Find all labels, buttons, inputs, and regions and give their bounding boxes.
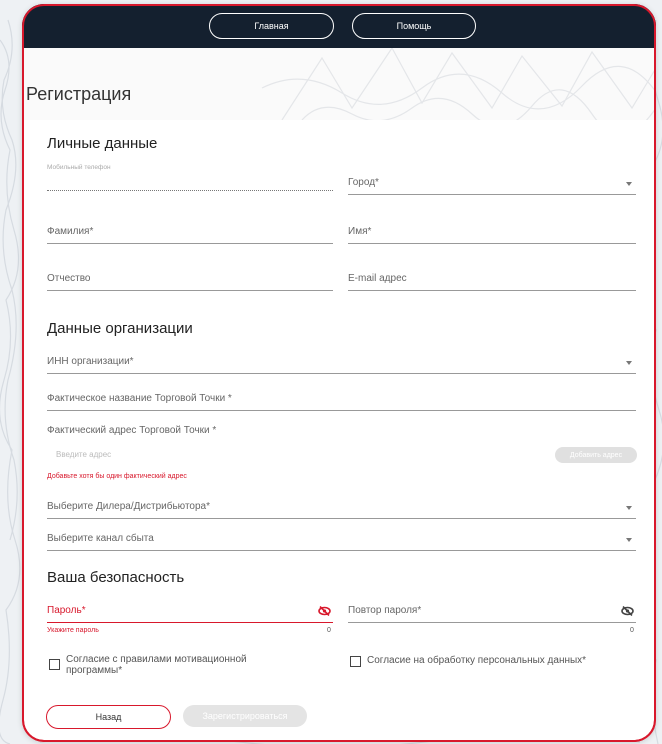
nav-home-button[interactable]: Главная <box>209 13 334 39</box>
name-label: Имя* <box>348 226 372 237</box>
inn-select[interactable]: ИНН организации* <box>47 347 636 374</box>
patronymic-input[interactable]: Отчество <box>47 264 333 291</box>
password-error: Укажите пароль <box>47 627 99 634</box>
channel-label: Выберите канал сбыта <box>47 533 154 544</box>
rules-consent-checkbox[interactable] <box>49 659 60 670</box>
inn-label: ИНН организации* <box>47 356 134 367</box>
personal-data-consent-checkbox[interactable] <box>350 656 361 667</box>
repeat-password-input[interactable]: Повтор пароля* <box>348 596 636 623</box>
section-title-personal: Личные данные <box>47 135 158 152</box>
shop-address-label: Фактический адрес Торговой Точки * <box>47 425 217 436</box>
password-counter: 0 <box>327 627 331 634</box>
personal-data-consent-label: Согласие на обработку персональных данны… <box>367 655 587 666</box>
shop-name-input[interactable]: Фактическое название Торговой Точки * <box>47 384 636 411</box>
section-title-organization: Данные организации <box>47 320 193 337</box>
city-select[interactable]: Город* <box>348 168 636 195</box>
nav-help-button[interactable]: Помощь <box>352 13 476 39</box>
add-address-button[interactable]: Добавить адрес <box>555 447 637 463</box>
eye-off-icon[interactable] <box>318 606 331 616</box>
surname-input[interactable]: Фамилия* <box>47 217 333 244</box>
dealer-select[interactable]: Выберите Дилера/Дистрибьютора* <box>47 492 636 519</box>
header-banner: Регистрация <box>22 48 656 120</box>
dealer-label: Выберите Дилера/Дистрибьютора* <box>47 501 210 512</box>
channel-select[interactable]: Выберите канал сбыта <box>47 524 636 551</box>
chevron-down-icon <box>626 538 632 542</box>
chevron-down-icon <box>626 182 632 186</box>
rules-consent-label: Согласие с правилами мотивационной прогр… <box>66 654 247 676</box>
repeat-password-counter: 0 <box>630 627 634 634</box>
registration-card: Главная Помощь Регистрация Личные данные… <box>22 4 656 742</box>
top-navbar: Главная Помощь <box>22 4 656 48</box>
name-input[interactable]: Имя* <box>348 217 636 244</box>
chevron-down-icon <box>626 361 632 365</box>
page-title: Регистрация <box>26 84 132 104</box>
address-input[interactable]: Введите адрес <box>56 450 536 459</box>
patronymic-label: Отчество <box>47 273 91 284</box>
eye-off-icon[interactable] <box>621 606 634 616</box>
shop-name-label: Фактическое название Торговой Точки * <box>47 393 232 404</box>
city-label: Город* <box>348 177 379 188</box>
password-input[interactable]: Пароль* <box>47 596 333 623</box>
password-label: Пароль* <box>47 605 86 616</box>
surname-label: Фамилия* <box>47 226 94 237</box>
back-button[interactable]: Назад <box>46 705 171 729</box>
section-title-security: Ваша безопасность <box>47 569 185 586</box>
repeat-password-label: Повтор пароля* <box>348 605 422 616</box>
phone-input[interactable] <box>47 164 333 191</box>
email-input[interactable]: E-mail адрес <box>348 264 636 291</box>
register-button[interactable]: Зарегистрироваться <box>183 705 307 727</box>
chevron-down-icon <box>626 506 632 510</box>
email-label: E-mail адрес <box>348 273 407 284</box>
address-error: Добавьте хотя бы один фактический адрес <box>47 473 187 480</box>
